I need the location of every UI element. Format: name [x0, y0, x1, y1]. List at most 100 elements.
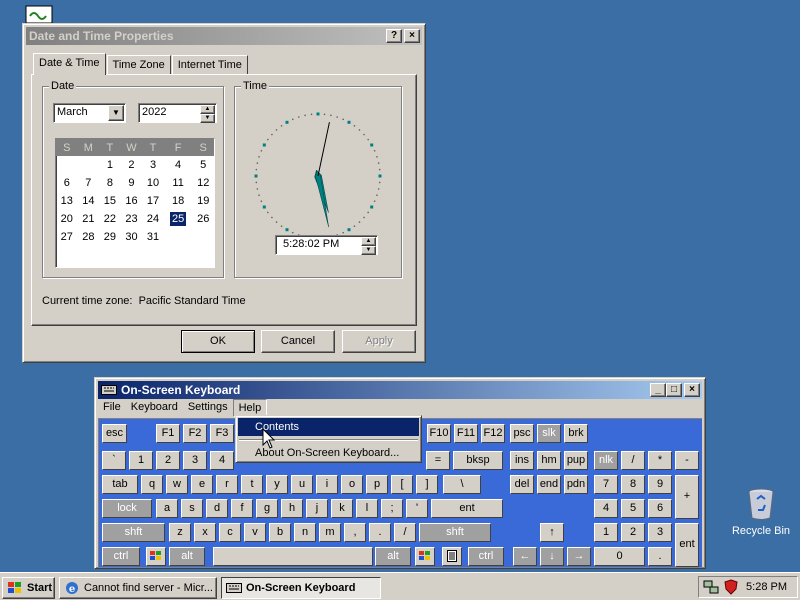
cancel-button[interactable]: Cancel: [261, 330, 335, 353]
key[interactable]: s: [181, 499, 203, 518]
key[interactable]: r: [216, 475, 238, 494]
desktop-shortcut-icon[interactable]: [24, 4, 56, 24]
menu-key-icon[interactable]: [442, 547, 462, 566]
calendar-day[interactable]: 16: [121, 192, 143, 210]
calendar-day[interactable]: 29: [99, 228, 121, 246]
key[interactable]: c: [219, 523, 241, 542]
key[interactable]: .: [648, 547, 672, 566]
tab-time-zone[interactable]: Time Zone: [106, 55, 171, 75]
key[interactable]: d: [206, 499, 228, 518]
key[interactable]: b: [269, 523, 291, 542]
windows-key-icon[interactable]: [146, 547, 166, 566]
calendar-day[interactable]: 21: [78, 210, 100, 228]
key[interactable]: pdn: [564, 475, 588, 494]
key[interactable]: j: [306, 499, 328, 518]
tab-date-time[interactable]: Date & Time: [33, 53, 106, 75]
key[interactable]: 1: [129, 451, 153, 470]
calendar-day[interactable]: 26: [192, 210, 214, 228]
key[interactable]: end: [537, 475, 561, 494]
calendar-day[interactable]: 22: [99, 210, 121, 228]
menu-file[interactable]: File: [98, 399, 126, 417]
key[interactable]: y: [266, 475, 288, 494]
key[interactable]: ctrl: [468, 547, 504, 566]
key[interactable]: q: [141, 475, 163, 494]
key[interactable]: F12: [481, 424, 505, 443]
calendar-day[interactable]: 7: [78, 174, 100, 192]
key[interactable]: F3: [210, 424, 234, 443]
key[interactable]: ins: [510, 451, 534, 470]
calendar-day[interactable]: 8: [99, 174, 121, 192]
calendar-day[interactable]: 14: [78, 192, 100, 210]
apply-button[interactable]: Apply: [342, 330, 416, 353]
key[interactable]: l: [356, 499, 378, 518]
key[interactable]: F10: [427, 424, 451, 443]
key[interactable]: 3: [183, 451, 207, 470]
key[interactable]: ↓: [540, 547, 564, 566]
calendar-day[interactable]: 31: [142, 228, 164, 246]
key[interactable]: /: [621, 451, 645, 470]
security-shield-icon[interactable]: [723, 579, 739, 595]
key[interactable]: a: [156, 499, 178, 518]
key[interactable]: tab: [102, 475, 138, 494]
key[interactable]: esc: [102, 424, 127, 443]
key[interactable]: t: [241, 475, 263, 494]
key[interactable]: e: [191, 475, 213, 494]
key[interactable]: 2: [156, 451, 180, 470]
tab-internet-time[interactable]: Internet Time: [171, 55, 248, 75]
key[interactable]: psc: [510, 424, 534, 443]
key[interactable]: \: [443, 475, 481, 494]
key[interactable]: ': [406, 499, 428, 518]
key[interactable]: ←: [513, 547, 537, 566]
calendar-day[interactable]: 11: [164, 174, 193, 192]
key[interactable]: alt: [169, 547, 205, 566]
key[interactable]: g: [256, 499, 278, 518]
key[interactable]: i: [316, 475, 338, 494]
calendar-day[interactable]: 15: [99, 192, 121, 210]
key[interactable]: ent: [675, 523, 699, 567]
key[interactable]: h: [281, 499, 303, 518]
key[interactable]: p: [366, 475, 388, 494]
key[interactable]: 0: [594, 547, 645, 566]
osk-titlebar[interactable]: On-Screen Keyboard _ □ ×: [98, 381, 702, 399]
key[interactable]: lock: [102, 499, 152, 518]
calendar-day[interactable]: 18: [164, 192, 193, 210]
key[interactable]: =: [426, 451, 450, 470]
calendar-day[interactable]: 24: [142, 210, 164, 228]
year-spinner[interactable]: 2022 ▲ ▼: [138, 103, 217, 123]
key[interactable]: ↑: [540, 523, 564, 542]
key[interactable]: F1: [156, 424, 180, 443]
key[interactable]: /: [394, 523, 416, 542]
date-time-titlebar[interactable]: Date and Time Properties ? ×: [26, 27, 422, 45]
key[interactable]: o: [341, 475, 363, 494]
key[interactable]: m: [319, 523, 341, 542]
spin-up-icon[interactable]: ▲: [200, 105, 215, 114]
key[interactable]: alt: [375, 547, 411, 566]
key[interactable]: bksp: [453, 451, 503, 470]
recycle-bin[interactable]: Recycle Bin: [728, 487, 794, 537]
key[interactable]: .: [369, 523, 391, 542]
key[interactable]: -: [675, 451, 699, 470]
spin-up-icon[interactable]: ▲: [361, 237, 376, 246]
key[interactable]: +: [675, 475, 699, 519]
calendar-day[interactable]: 25: [164, 210, 193, 228]
calendar-day[interactable]: 4: [164, 156, 193, 174]
key[interactable]: hm: [537, 451, 561, 470]
key[interactable]: ;: [381, 499, 403, 518]
calendar-day[interactable]: 20: [56, 210, 78, 228]
key[interactable]: w: [166, 475, 188, 494]
key[interactable]: v: [244, 523, 266, 542]
key[interactable]: →: [567, 547, 591, 566]
calendar-day[interactable]: 10: [142, 174, 164, 192]
key[interactable]: del: [510, 475, 534, 494]
menu-settings[interactable]: Settings: [183, 399, 233, 417]
taskbar-item-browser[interactable]: e Cannot find server - Micr...: [59, 577, 217, 599]
calendar-day[interactable]: 12: [192, 174, 214, 192]
key[interactable]: [: [391, 475, 413, 494]
key[interactable]: shft: [419, 523, 491, 542]
key[interactable]: F2: [183, 424, 207, 443]
calendar-day[interactable]: 13: [56, 192, 78, 210]
key[interactable]: 4: [210, 451, 234, 470]
month-select[interactable]: March ▼: [53, 103, 126, 123]
time-spin-buttons[interactable]: ▲ ▼: [361, 237, 376, 255]
key[interactable]: ,: [344, 523, 366, 542]
